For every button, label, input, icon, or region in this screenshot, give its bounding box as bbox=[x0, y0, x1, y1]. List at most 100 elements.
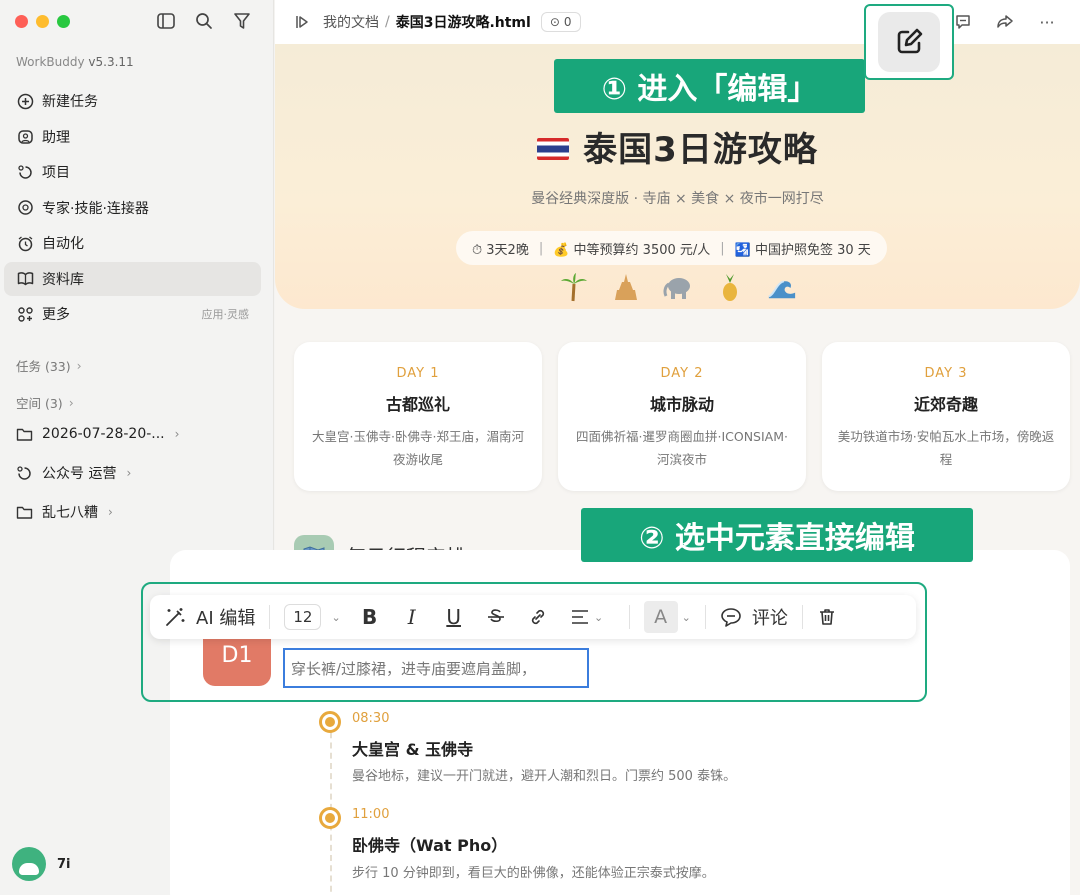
chevron-right-icon: › bbox=[108, 505, 113, 519]
trash-icon bbox=[819, 609, 834, 625]
sidebar-item-assistant[interactable]: 助理 bbox=[4, 120, 261, 154]
sidebar-item-aside: 应用·灵感 bbox=[201, 308, 250, 321]
link-button[interactable] bbox=[517, 595, 559, 639]
comment-icon bbox=[720, 607, 742, 627]
panel-toggle-icon[interactable] bbox=[295, 14, 311, 30]
italic-button[interactable]: I bbox=[391, 595, 433, 639]
sidebar-item-label: 助理 bbox=[42, 129, 70, 146]
timeline-time: 08:30 bbox=[352, 711, 390, 726]
tasks-label: 任务 (33) bbox=[16, 359, 71, 374]
sidebar-item-expert[interactable]: 专家·技能·连接器 bbox=[4, 191, 261, 225]
expert-icon bbox=[16, 199, 34, 217]
breadcrumb-file: 泰国3日游攻略.html bbox=[395, 15, 531, 31]
pineapple-icon bbox=[715, 272, 745, 302]
timeline-desc[interactable]: 曼谷地标，建议一开门就进，避开人潮和烈日。门票约 500 泰铢。 bbox=[352, 765, 736, 784]
chevron-right-icon: › bbox=[126, 466, 132, 480]
user-name: 7i bbox=[57, 856, 71, 872]
bold-button[interactable]: B bbox=[349, 595, 391, 639]
hero-subtitle: 曼谷经典深度版 · 寺庙 × 美食 × 夜市一网打尽 bbox=[531, 191, 824, 207]
folder-label: 2026-07-28-20-... bbox=[42, 426, 165, 442]
sidebar-item-automation[interactable]: 自动化 bbox=[4, 226, 261, 260]
sidebar-toggle-icon[interactable] bbox=[156, 11, 176, 31]
sidebar-item-library[interactable]: 资料库 bbox=[4, 261, 261, 296]
sidebar-item-label: 新建任务 bbox=[42, 94, 98, 110]
selected-text-element[interactable]: 穿长裤/过膝裙，进寺庙要遮肩盖脚， bbox=[283, 648, 589, 688]
timeline-dot-icon bbox=[319, 807, 341, 829]
filter-icon[interactable] bbox=[232, 11, 252, 31]
ai-edit-button[interactable]: AI 编辑 bbox=[164, 595, 255, 639]
strikethrough-button[interactable] bbox=[475, 595, 517, 639]
text-color-button[interactable]: A ⌄ bbox=[643, 595, 691, 639]
magic-wand-icon bbox=[164, 606, 186, 628]
folder-label: 公众号 运营 bbox=[42, 466, 117, 482]
app-version-label: WorkBuddy v5.3.11 bbox=[16, 55, 134, 69]
window-controls bbox=[15, 15, 70, 28]
elephant-icon bbox=[663, 272, 693, 302]
folder-item[interactable]: 公众号 运营 › bbox=[16, 463, 131, 483]
breadcrumb-root[interactable]: 我的文档 bbox=[323, 12, 379, 32]
chevron-down-icon: ⌄ bbox=[331, 610, 341, 624]
align-button[interactable]: ⌄ bbox=[559, 595, 615, 639]
day-desc: 大皇宫·玉佛寺·卧佛寺·郑王庙，湄南河夜游收尾 bbox=[312, 429, 524, 467]
emoji-row bbox=[275, 272, 1080, 302]
sidebar-item-new-task[interactable]: 新建任务 bbox=[4, 84, 261, 118]
format-toolbar: AI 编辑 12 ⌄ B I U ⌄ A ⌄ 评论 bbox=[150, 595, 916, 639]
ai-edit-label: AI 编辑 bbox=[196, 608, 256, 629]
sidebar-item-label: 自动化 bbox=[42, 236, 84, 252]
delete-button[interactable] bbox=[817, 595, 837, 639]
temple-icon bbox=[611, 272, 641, 302]
comment-icon[interactable] bbox=[952, 11, 974, 33]
day-card[interactable]: DAY 1 古都巡礼 大皇宫·玉佛寺·卧佛寺·郑王庙，湄南河夜游收尾 bbox=[294, 342, 542, 491]
timeline-title[interactable]: 卧佛寺（Wat Pho） bbox=[352, 832, 507, 856]
tasks-section[interactable]: 任务 (33) › bbox=[16, 356, 82, 375]
day-label: DAY 2 bbox=[660, 366, 704, 381]
timeline-dot-icon bbox=[319, 711, 341, 733]
plus-circle-icon bbox=[16, 92, 34, 110]
sidebar-item-label: 专家·技能·连接器 bbox=[42, 200, 149, 217]
folder-item[interactable]: 乱七八糟 › bbox=[16, 502, 113, 522]
chevron-right-icon: › bbox=[68, 395, 74, 410]
folder-item[interactable]: 2026-07-28-20-... › bbox=[16, 425, 179, 443]
sidebar-item-project[interactable]: 项目 bbox=[4, 155, 261, 189]
text-color-icon: A bbox=[643, 601, 678, 633]
zoom-window-button[interactable] bbox=[57, 15, 70, 28]
spaces-label: 空间 (3) bbox=[16, 396, 63, 411]
hero-info-pills: ⏱ 3天2晚 | 💰 中等预算约 3500 元/人 | 🛂 中国护照免签 30 … bbox=[456, 231, 887, 265]
sidebar-item-label: 更多 bbox=[42, 307, 70, 323]
folder-icon bbox=[16, 503, 34, 521]
grid-icon bbox=[16, 305, 34, 323]
sidebar-item-label: 资料库 bbox=[42, 271, 84, 288]
assistant-icon bbox=[16, 128, 34, 146]
day-card[interactable]: DAY 3 近郊奇趣 美功铁道市场·安帕瓦水上市场，傍晚返程 bbox=[822, 342, 1070, 491]
page-title: 泰国3日游攻略 bbox=[275, 122, 1080, 171]
avatar[interactable] bbox=[12, 847, 46, 881]
spaces-section[interactable]: 空间 (3) › bbox=[16, 393, 74, 412]
day-desc: 美功铁道市场·安帕瓦水上市场，傍晚返程 bbox=[837, 429, 1055, 467]
timeline-title[interactable]: 大皇宫 & 玉佛寺 bbox=[352, 736, 473, 760]
thailand-flag-icon bbox=[537, 137, 570, 160]
day-title: 城市脉动 bbox=[649, 395, 714, 414]
timeline-desc[interactable]: 步行 10 分钟即到，看巨大的卧佛像，还能体验正宗泰式按摩。 bbox=[352, 862, 715, 881]
day-title: 近郊奇趣 bbox=[913, 395, 978, 414]
edit-mode-button[interactable] bbox=[864, 4, 954, 80]
share-icon[interactable] bbox=[994, 11, 1016, 33]
callout-enter-edit: ① 进入「编辑」 bbox=[554, 59, 865, 113]
top-bar: 我的文档 / 泰国3日游攻略.html ⊙ 0 ··· bbox=[275, 0, 1080, 44]
budget-pill: 💰 中等预算约 3500 元/人 bbox=[553, 242, 711, 258]
underline-button[interactable]: U bbox=[433, 595, 475, 639]
day-label: DAY 3 bbox=[924, 366, 968, 381]
search-icon[interactable] bbox=[194, 11, 214, 31]
sidebar-item-more[interactable]: 更多 应用·灵感 bbox=[4, 297, 261, 331]
more-icon[interactable]: ··· bbox=[1036, 11, 1058, 33]
day-card[interactable]: DAY 2 城市脉动 四面佛祈福·暹罗商圈血拼·ICONSIAM·河滨夜市 bbox=[558, 342, 806, 491]
minimize-window-button[interactable] bbox=[36, 15, 49, 28]
close-window-button[interactable] bbox=[15, 15, 28, 28]
comment-button[interactable]: 评论 bbox=[720, 595, 788, 639]
sidebar-nav: 新建任务 助理 项目 专家·技能·连接器 自动化 资料库 更多 应用·灵感 bbox=[4, 84, 261, 333]
comment-count-badge[interactable]: ⊙ 0 bbox=[540, 12, 581, 32]
font-size-select[interactable]: 12 ⌄ bbox=[284, 595, 341, 639]
comment-label: 评论 bbox=[751, 608, 788, 629]
chevron-down-icon: ⌄ bbox=[681, 610, 691, 624]
font-size-value: 12 bbox=[284, 604, 322, 630]
duration-pill: ⏱ 3天2晚 bbox=[472, 242, 529, 258]
